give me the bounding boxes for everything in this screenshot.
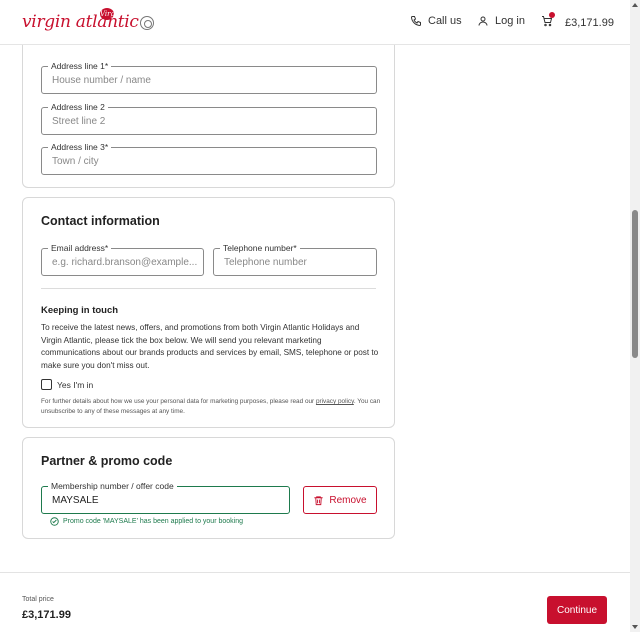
partner-promo-title: Partner & promo code xyxy=(41,454,173,468)
address-line-1-field[interactable]: Address line 1* House number / name xyxy=(41,61,377,94)
basket-notification-dot xyxy=(549,12,555,18)
continue-button[interactable]: Continue xyxy=(547,596,607,624)
opt-in-checkbox[interactable] xyxy=(41,379,52,390)
address-line-3-label: Address line 3* xyxy=(48,142,112,153)
total-price-value: £3,171.99 xyxy=(22,609,71,621)
address-card: Address line 1* House number / name Addr… xyxy=(22,19,395,188)
total-price-label: Total price xyxy=(22,596,54,603)
trash-icon xyxy=(314,495,323,505)
scroll-thumb[interactable] xyxy=(632,210,638,358)
promo-code-label: Membership number / offer code xyxy=(48,481,177,492)
user-icon xyxy=(478,16,488,26)
scroll-down-arrow-icon[interactable] xyxy=(632,625,638,629)
email-placeholder: e.g. richard.branson@example.... xyxy=(52,257,198,268)
telephone-placeholder: Telephone number xyxy=(224,257,307,268)
contact-information-title: Contact information xyxy=(41,214,160,228)
basket-icon-wrap xyxy=(541,12,559,30)
scroll-up-arrow-icon[interactable] xyxy=(632,3,638,7)
fine-print-before: For further details about how we use you… xyxy=(41,398,316,405)
promo-code-field[interactable]: Membership number / offer code MAYSALE xyxy=(41,481,290,514)
address-line-3-placeholder: Town / city xyxy=(52,156,99,167)
check-circle-icon xyxy=(50,517,59,526)
call-us-link[interactable]: Call us xyxy=(410,15,462,27)
log-in-label: Log in xyxy=(495,15,525,27)
phone-icon xyxy=(410,16,421,27)
contact-information-card: Contact information Email address* e.g. … xyxy=(22,197,395,428)
telephone-field[interactable]: Telephone number* Telephone number xyxy=(213,243,377,276)
partner-promo-card: Partner & promo code Membership number /… xyxy=(22,437,395,539)
address-line-2-field[interactable]: Address line 2 Street line 2 xyxy=(41,102,377,135)
promo-applied-text: Promo code 'MAYSALE' has been applied to… xyxy=(63,518,243,525)
marketing-opt-in[interactable]: Yes I'm in xyxy=(41,379,93,390)
keeping-in-touch-text: To receive the latest news, offers, and … xyxy=(41,323,379,370)
email-label: Email address* xyxy=(48,243,112,254)
email-field[interactable]: Email address* e.g. richard.branson@exam… xyxy=(41,243,204,276)
keeping-in-touch-title: Keeping in touch xyxy=(41,305,119,316)
address-line-1-placeholder: House number / name xyxy=(52,75,151,86)
privacy-policy-link[interactable]: privacy policy xyxy=(316,398,354,405)
section-divider xyxy=(41,288,376,289)
promo-code-value: MAYSALE xyxy=(52,495,99,506)
virgin-atlantic-logo[interactable]: virgin atlantic Virgin xyxy=(22,8,154,32)
marketing-fine-print: For further details about how we use you… xyxy=(41,397,381,416)
telephone-label: Telephone number* xyxy=(220,243,300,254)
logo-badge: Virgin xyxy=(100,8,122,20)
checkout-footer: Total price £3,171.99 Continue xyxy=(0,572,630,632)
basket-total: £3,171.99 xyxy=(565,16,614,29)
log-in-link[interactable]: Log in xyxy=(477,15,525,27)
address-line-3-field[interactable]: Address line 3* Town / city xyxy=(41,142,377,175)
remove-promo-button[interactable]: Remove xyxy=(303,486,377,514)
basket-link[interactable]: £3,171.99 xyxy=(541,12,614,30)
logo-seal-icon xyxy=(140,16,154,30)
address-line-1-label: Address line 1* xyxy=(48,61,112,72)
site-header: virgin atlantic Virgin Call us Log in £3… xyxy=(0,0,630,45)
promo-applied-message: Promo code 'MAYSALE' has been applied to… xyxy=(50,517,243,526)
page-scrollbar[interactable] xyxy=(630,0,640,632)
address-line-2-label: Address line 2 xyxy=(48,102,108,113)
remove-label: Remove xyxy=(329,494,367,506)
call-us-label: Call us xyxy=(428,15,462,27)
address-line-2-placeholder: Street line 2 xyxy=(52,116,106,127)
opt-in-label: Yes I'm in xyxy=(57,379,94,390)
